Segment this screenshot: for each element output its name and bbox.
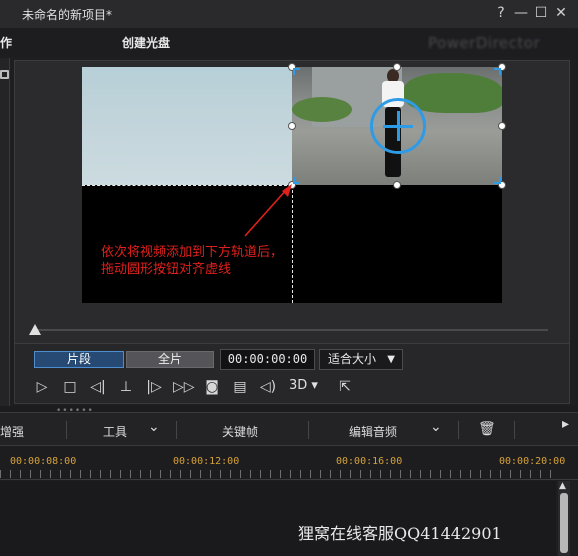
fast-forward-icon[interactable]: ▷▷: [173, 378, 195, 396]
help-button[interactable]: ?: [492, 4, 510, 22]
left-panel-edge: [0, 58, 10, 408]
timeline-tracks[interactable]: [0, 481, 556, 556]
enhance-button[interactable]: 增强: [0, 423, 24, 440]
video-layer-sky[interactable]: [82, 67, 292, 185]
edit-audio-button[interactable]: 编辑音频: [349, 423, 397, 440]
chevron-down-icon: ▼: [387, 354, 395, 365]
ruler-ticks: [0, 470, 556, 478]
timeline-ruler[interactable]: 00:00:08:00 00:00:12:00 00:00:16:00 00:0…: [0, 446, 578, 480]
toolbar-divider: [458, 421, 459, 439]
scroll-up-icon[interactable]: ▲: [559, 481, 566, 491]
ruler-label: 00:00:16:00: [336, 456, 403, 467]
module-tab-row: 作 创建光盘 PowerDirector: [0, 28, 578, 56]
title-bar: 未命名的新项目* ? — ☐ ✕: [0, 0, 578, 28]
trash-icon[interactable]: 🗑: [478, 421, 496, 437]
corner-marker-tr: [494, 68, 501, 75]
next-frame-icon[interactable]: |▷: [145, 378, 163, 396]
resize-handle-right[interactable]: [498, 122, 506, 130]
annotation-arrow-icon: [244, 184, 292, 237]
mode-clip-button[interactable]: 片段: [34, 351, 124, 368]
volume-icon[interactable]: ◁): [259, 378, 277, 396]
maximize-button[interactable]: ☐: [532, 4, 550, 22]
threed-dropdown[interactable]: 3D ▾: [289, 378, 318, 393]
bush-shape: [292, 97, 352, 122]
ruler-label: 00:00:12:00: [173, 456, 240, 467]
tools-button[interactable]: 工具: [103, 423, 127, 440]
minimize-button[interactable]: —: [512, 4, 530, 22]
snapshot-icon[interactable]: ◙: [203, 378, 221, 396]
mode-full-button[interactable]: 全片: [126, 351, 214, 368]
resize-handle-top[interactable]: [393, 63, 401, 71]
mark-icon[interactable]: ⊥: [117, 378, 135, 396]
scroll-thumb[interactable]: [560, 493, 568, 553]
toolbar-divider: [66, 421, 67, 439]
annotation-text: 依次将视频添加到下方轨道后， 拖动圆形按钮对齐虚线: [101, 244, 283, 278]
toolbar-divider: [308, 421, 309, 439]
scrub-track[interactable]: [32, 329, 548, 331]
scrub-playhead[interactable]: [29, 324, 41, 335]
watermark-text: 狸窝在线客服QQ41442901: [298, 524, 502, 543]
corner-marker-br: [494, 177, 501, 184]
close-button[interactable]: ✕: [552, 4, 570, 22]
prev-frame-icon[interactable]: ◁|: [89, 378, 107, 396]
ruler-label: 00:00:08:00: [10, 456, 77, 467]
brand-logo: PowerDirector: [428, 34, 541, 52]
timeline-vertical-scrollbar[interactable]: ▲: [558, 481, 570, 556]
resize-handle-left[interactable]: [288, 122, 296, 130]
annotation-line-1: 依次将视频添加到下方轨道后，: [101, 245, 284, 260]
crosshair-v: [397, 111, 400, 141]
undock-icon[interactable]: ⇱: [336, 378, 354, 396]
timeline-toolbar: 增强 工具 ⌄ 关键帧 编辑音频 ⌄ 🗑 ▸: [0, 412, 578, 446]
subtitles-icon[interactable]: ▤: [231, 378, 249, 396]
expand-right-icon[interactable]: ▸: [562, 416, 569, 432]
annotation-line-2: 拖动圆形按钮对齐虚线: [101, 262, 232, 277]
fit-size-dropdown[interactable]: 适合大小 ▼: [319, 349, 403, 370]
toolbar-divider: [176, 421, 177, 439]
toolbar-divider: [514, 421, 515, 439]
keyframe-button[interactable]: 关键帧: [222, 423, 258, 440]
timecode-field[interactable]: 00:00:00:00: [220, 349, 315, 370]
ruler-label: 00:00:20:00: [499, 456, 566, 467]
fit-size-label: 适合大小: [328, 352, 377, 366]
stop-icon[interactable]: □: [61, 378, 79, 396]
powerdirector-window: 未命名的新项目* ? — ☐ ✕ 作 创建光盘 PowerDirector 依次…: [0, 0, 578, 556]
tab-partial-left[interactable]: 作: [0, 34, 12, 51]
corner-marker-tl: [293, 68, 300, 75]
resize-handle-bottom[interactable]: [393, 181, 401, 189]
play-icon[interactable]: ▷: [33, 378, 51, 396]
grid-icon[interactable]: [0, 70, 9, 79]
chevron-down-icon[interactable]: ⌄: [148, 419, 160, 435]
window-title: 未命名的新项目*: [22, 8, 113, 22]
chevron-down-icon[interactable]: ⌄: [430, 419, 442, 435]
tab-create-disc[interactable]: 创建光盘: [122, 34, 170, 51]
